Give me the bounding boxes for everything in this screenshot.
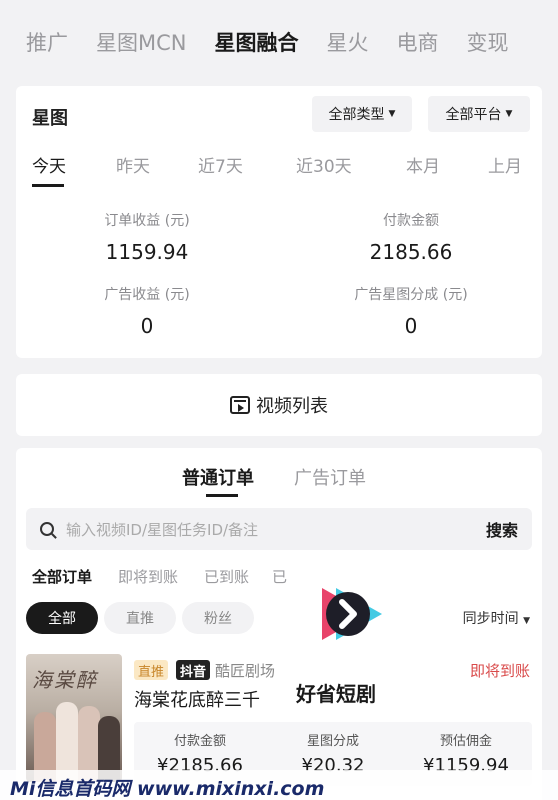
tab-xinghuo[interactable]: 星火 (327, 27, 369, 57)
search-icon (40, 522, 54, 536)
caret-down-icon: ▼ (523, 616, 530, 626)
stats-card: 星图 全部类型 ▼ 全部平台 ▼ 今天 昨天 近7天 近30天 本月 上月 订单收益… (16, 86, 542, 358)
top-category-tabs: 推广 星图MCN 星图融合 星火 电商 变现 (0, 0, 558, 84)
period-tabs: 今天 昨天 近7天 近30天 本月 上月 (16, 148, 542, 188)
tab-ad-orders[interactable]: 广告订单 (294, 464, 366, 490)
tab-dianshang[interactable]: 电商 (397, 27, 439, 57)
video-list-label: 视频列表 (256, 396, 328, 417)
period-7days[interactable]: 近7天 (198, 152, 243, 177)
period-this-month[interactable]: 本月 (406, 152, 440, 177)
stats-title: 星图 (32, 108, 68, 129)
haosheng-logo-icon (308, 574, 388, 654)
fin-label: 星图分成 (306, 734, 359, 749)
status-all-orders[interactable]: 全部订单 (32, 566, 92, 587)
status-arrived[interactable]: 已到账 (204, 566, 249, 587)
pill-direct[interactable]: 直推 (104, 602, 176, 634)
metric-value: 0 (140, 314, 154, 338)
platform-filter-label: 全部平台 (445, 107, 502, 123)
video-list-icon (230, 396, 250, 414)
metric-ad-income: 广告收益 (元) 0 (32, 284, 262, 338)
video-list-button[interactable]: 视频列表 (16, 374, 542, 436)
drama-thumbnail[interactable]: 海棠醉 (26, 654, 122, 782)
order-status: 即将到账 (469, 662, 530, 680)
period-last-month[interactable]: 上月 (488, 152, 522, 177)
metric-label: 订单收益 (元) (104, 213, 190, 229)
search-bar: 输入视频ID/星图任务ID/备注 搜索 (26, 508, 532, 550)
platform-filter-dropdown[interactable]: 全部平台 ▼ (428, 96, 530, 132)
tab-normal-orders[interactable]: 普通订单 (182, 464, 254, 490)
sync-time-label: 同步时间 (462, 611, 519, 627)
overlay-brand-name: 好省短剧 (296, 682, 376, 706)
caret-down-icon: ▼ (388, 109, 396, 119)
drama-title[interactable]: 海棠花底醉三千 (134, 686, 260, 712)
metric-value: 0 (404, 314, 418, 338)
fin-label: 付款金额 (173, 734, 226, 749)
pill-all[interactable]: 全部 (26, 602, 98, 634)
studio-name: 酷匠剧场 (215, 662, 276, 680)
metric-order-income: 订单收益 (元) 1159.94 (32, 210, 262, 264)
period-yesterday[interactable]: 昨天 (116, 152, 150, 177)
metric-label: 付款金额 (383, 213, 439, 229)
status-more[interactable]: 已 (272, 566, 287, 587)
metric-value: 2185.66 (369, 240, 453, 264)
thumbnail-title-art: 海棠醉 (32, 668, 98, 692)
pill-fans[interactable]: 粉丝 (182, 602, 254, 634)
direct-badge: 直推 (134, 660, 169, 680)
status-pending[interactable]: 即将到账 (118, 566, 178, 587)
tab-xingtu-ronghe[interactable]: 星图融合 (215, 27, 299, 57)
type-filter-label: 全部类型 (328, 107, 385, 123)
orders-card: 普通订单 广告订单 输入视频ID/星图任务ID/备注 搜索 全部订单 即将到账 … (16, 448, 542, 800)
footer-watermark: Mi信息首码网 www.mixinxi.com (0, 770, 558, 800)
fin-label: 预估佣金 (439, 734, 492, 749)
watermark-text: Mi信息首码网 www.mixinxi.com (10, 778, 325, 800)
sync-time-sort[interactable]: 同步时间 ▼ (463, 608, 530, 628)
metric-label: 广告收益 (元) (104, 287, 190, 303)
order-tab-indicator (206, 494, 238, 497)
metric-payment-amount: 付款金额 2185.66 (296, 210, 526, 264)
period-30days[interactable]: 近30天 (296, 152, 352, 177)
tab-xingtu-mcn[interactable]: 星图MCN (96, 27, 187, 57)
search-input[interactable]: 输入视频ID/星图任务ID/备注 (66, 519, 258, 540)
period-today[interactable]: 今天 (32, 152, 66, 177)
type-filter-dropdown[interactable]: 全部类型 ▼ (312, 96, 412, 132)
metric-ad-share: 广告星图分成 (元) 0 (296, 284, 526, 338)
tab-tuiguang[interactable]: 推广 (26, 27, 68, 57)
caret-down-icon: ▼ (505, 109, 513, 119)
period-active-indicator (32, 184, 64, 187)
tab-bianxian[interactable]: 变现 (467, 27, 509, 57)
metric-label: 广告星图分成 (元) (354, 287, 468, 303)
metric-value: 1159.94 (105, 240, 189, 264)
search-button[interactable]: 搜索 (486, 517, 518, 541)
douyin-badge: 抖音 (176, 660, 211, 680)
